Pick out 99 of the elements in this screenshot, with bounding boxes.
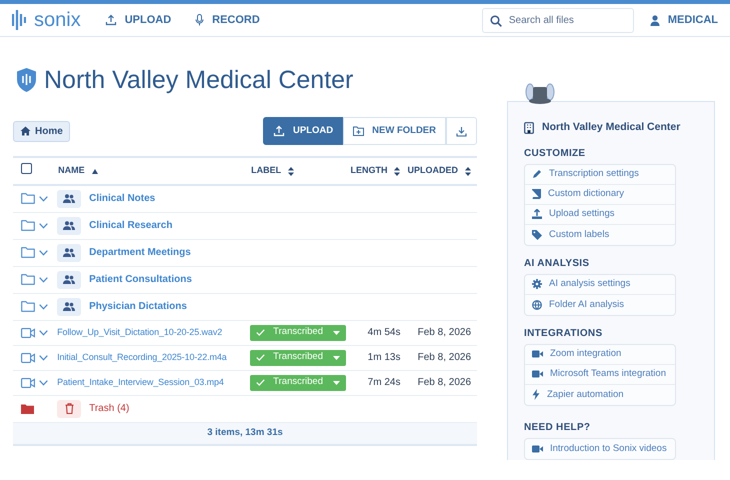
date-text: Feb 8, 2026: [418, 352, 471, 364]
settings-link[interactable]: Zoom integration: [525, 344, 675, 365]
chevron-down-icon: [39, 222, 48, 228]
download-button[interactable]: [446, 117, 477, 145]
people-icon: [63, 275, 76, 284]
people-icon: [63, 194, 76, 204]
search-field[interactable]: Search all files: [482, 8, 634, 32]
video-camera-icon: [532, 444, 543, 453]
section-heading: NEED HELP?: [524, 420, 592, 435]
column-header[interactable]: LENGTH: [350, 164, 400, 178]
chevron-down-icon: [39, 354, 48, 360]
pen-icon: [532, 169, 542, 180]
settings-link[interactable]: Introduction to Sonix videos: [525, 438, 675, 459]
shield-icon: [17, 68, 36, 92]
trash-link[interactable]: Trash (4): [89, 401, 130, 416]
home-icon: [20, 126, 31, 136]
chevron-down-icon: [39, 196, 48, 202]
settings-link[interactable]: Upload settings: [525, 204, 675, 225]
caret-down-icon: [333, 356, 340, 360]
nav-link[interactable]: UPLOAD: [104, 12, 172, 28]
folder-icon: [21, 301, 35, 312]
logo-icon: [12, 9, 26, 31]
length-text: 7m 24s: [368, 377, 400, 388]
video-camera-icon: [21, 352, 35, 362]
user-icon: [650, 14, 660, 26]
length-text: 1m 13s: [368, 352, 400, 364]
label-dropdown[interactable]: Transcribed: [250, 374, 346, 390]
folder-link[interactable]: Physician Dictations: [89, 299, 187, 314]
folder-icon: [21, 247, 35, 258]
nav-link[interactable]: RECORD: [195, 12, 260, 28]
caret-down-icon: [333, 380, 340, 384]
video-camera-icon: [532, 370, 543, 378]
section-heading: INTEGRATIONS: [524, 326, 604, 341]
column-header[interactable]: UPLOADED: [407, 164, 471, 178]
trash-icon: [64, 403, 74, 414]
chevron-down-icon: [39, 330, 48, 336]
folder-plus-icon: [353, 126, 364, 136]
video-camera-icon: [21, 328, 35, 338]
folder-link[interactable]: Patient Consultations: [89, 272, 192, 287]
chevron-down-icon: [39, 276, 48, 282]
check-icon: [256, 379, 266, 386]
upload-icon: [104, 14, 117, 26]
folder-link[interactable]: Department Meetings: [89, 245, 191, 260]
chevron-down-icon: [39, 304, 48, 310]
download-icon: [456, 126, 467, 136]
home-breadcrumb[interactable]: Home: [13, 120, 70, 142]
search-icon: [490, 14, 502, 26]
folder-link[interactable]: Clinical Notes: [89, 191, 156, 206]
tag-icon: [532, 230, 542, 240]
settings-link[interactable]: Microsoft Teams integration: [525, 364, 675, 385]
folder-link[interactable]: Clinical Research: [89, 218, 172, 233]
video-camera-icon: [21, 378, 35, 388]
sidebar-title: North Valley Medical Center: [542, 120, 680, 135]
length-text: 4m 54s: [368, 327, 400, 338]
upload-button[interactable]: UPLOAD: [263, 117, 344, 145]
folder-icon: [21, 274, 35, 285]
label-dropdown[interactable]: Transcribed: [250, 350, 346, 366]
people-icon: [63, 248, 76, 257]
caret-down-icon: [333, 330, 340, 334]
upload-icon: [532, 209, 542, 220]
logo-text: sonix: [34, 10, 81, 30]
video-camera-icon: [532, 350, 543, 358]
lightning-bolt-icon: [532, 389, 540, 400]
account-menu[interactable]: MEDICAL: [650, 12, 718, 28]
people-icon: [63, 221, 76, 230]
microphone-icon: [195, 14, 204, 26]
people-icon: [63, 302, 76, 311]
globe-icon: [532, 300, 542, 310]
label-dropdown[interactable]: Transcribed: [250, 324, 346, 340]
settings-link[interactable]: Transcription settings: [525, 164, 675, 185]
file-link[interactable]: Initial_Consult_Recording_2025-10-22.m4a: [57, 350, 227, 364]
section-heading: AI ANALYSIS: [524, 256, 590, 271]
settings-link[interactable]: Custom labels: [525, 224, 675, 245]
settings-link[interactable]: Custom dictionary: [525, 184, 675, 205]
file-link[interactable]: Follow_Up_Visit_Dictation_10-20-25.wav2: [57, 326, 222, 340]
check-icon: [256, 354, 266, 361]
folder-icon: [21, 220, 35, 231]
settings-link[interactable]: Folder AI analysis: [525, 294, 675, 315]
file-link[interactable]: Patient_Intake_Interview_Session_03.mp4: [57, 376, 224, 390]
date-text: Feb 8, 2026: [418, 377, 471, 388]
section-heading: CUSTOMIZE: [524, 146, 586, 161]
settings-link[interactable]: AI analysis settings: [525, 274, 675, 295]
select-all-checkbox[interactable]: [21, 163, 32, 174]
folder-icon: [21, 193, 35, 204]
gear-icon: [532, 279, 542, 290]
column-header[interactable]: LABEL: [251, 164, 294, 178]
check-icon: [256, 329, 266, 336]
summary-text: 3 items, 13m 31s: [207, 426, 283, 440]
column-header[interactable]: NAME: [58, 164, 98, 178]
settings-link[interactable]: Zapier automation: [525, 384, 675, 405]
date-text: Feb 8, 2026: [418, 327, 471, 338]
folder-icon: [21, 404, 34, 414]
mascot-drawing: [524, 83, 556, 105]
new-folder-button[interactable]: NEW FOLDER: [343, 117, 446, 145]
upload-icon: [273, 125, 286, 137]
page-title: North Valley Medical Center: [44, 65, 354, 95]
building-icon: [524, 122, 534, 134]
chevron-down-icon: [39, 380, 48, 386]
chevron-down-icon: [39, 250, 48, 256]
